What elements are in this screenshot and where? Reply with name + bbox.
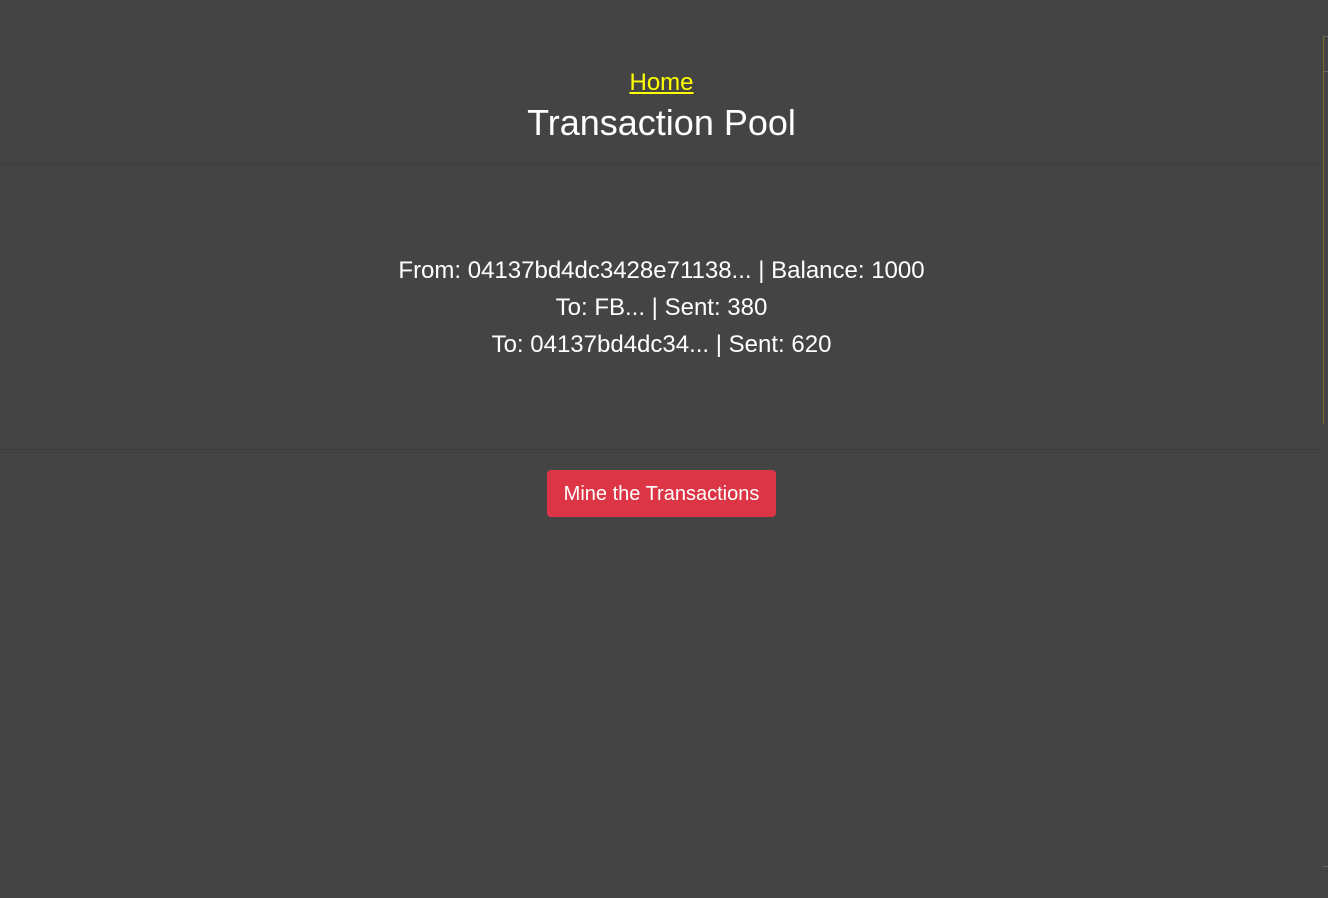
page-title: Transaction Pool	[527, 102, 796, 143]
actions-bar: Mine the Transactions	[0, 470, 1323, 517]
mine-transactions-button[interactable]: Mine the Transactions	[546, 470, 777, 517]
home-link[interactable]: Home	[629, 69, 693, 96]
transaction-input: From: 04137bd4dc3428e71138... | Balance:…	[398, 257, 925, 284]
transaction-output: To: FB... | Sent: 380	[555, 294, 768, 321]
transaction-output: To: 04137bd4dc34... | Sent: 620	[491, 331, 832, 358]
transaction-item: From: 04137bd4dc3428e71138... | Balance:…	[0, 252, 1323, 363]
page-header: Home Transaction Pool	[0, 0, 1323, 164]
edge-accent-line	[1323, 36, 1324, 424]
home-nav: Home	[0, 68, 1323, 101]
transaction-pool: From: 04137bd4dc3428e71138... | Balance:…	[0, 164, 1323, 450]
page: Home Transaction Pool From: 04137bd4dc34…	[0, 0, 1328, 898]
window-edge	[1323, 0, 1328, 898]
edge-divider	[1323, 866, 1328, 867]
